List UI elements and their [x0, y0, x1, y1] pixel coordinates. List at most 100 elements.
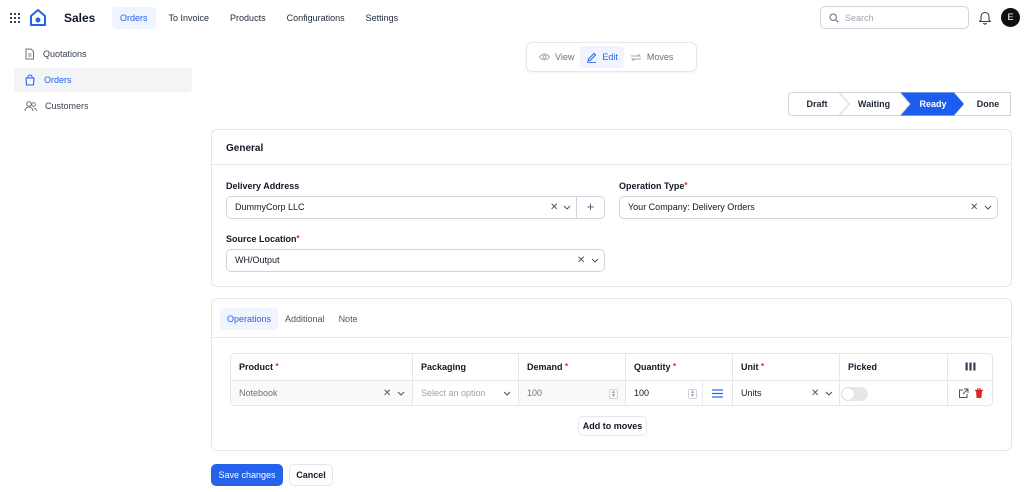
search-input[interactable]: Search	[820, 6, 969, 29]
demand-value: 100	[527, 388, 543, 398]
delivery-address-label-text: Delivery Address	[226, 181, 300, 191]
moves-button[interactable]: Moves	[624, 46, 680, 68]
required-marker: *	[275, 362, 279, 371]
add-address-button[interactable]: +	[576, 197, 604, 218]
clear-icon[interactable]: ✕	[383, 381, 391, 405]
sidebar-item-label: Customers	[45, 101, 89, 111]
edit-button[interactable]: Edit	[580, 46, 624, 68]
general-card: General Delivery Address DummyCorp LLC ✕…	[211, 129, 1012, 287]
column-header-demand: Demand *	[519, 354, 626, 380]
operation-type-field[interactable]: Your Company: Delivery Orders ✕	[619, 196, 998, 219]
chevron-down-icon[interactable]	[397, 391, 405, 396]
required-marker: *	[673, 362, 677, 371]
sidebar: Quotations Orders Customers	[14, 42, 192, 120]
clear-icon[interactable]: ✕	[550, 197, 558, 218]
picked-toggle[interactable]	[841, 387, 868, 401]
moves-label: Moves	[646, 52, 674, 62]
operation-type-value: Your Company: Delivery Orders	[628, 202, 755, 212]
edit-label: Edit	[602, 52, 618, 62]
quantity-stepper[interactable]: ▴ ▾	[688, 389, 697, 399]
chevron-down-icon[interactable]	[591, 258, 599, 263]
stage-waiting[interactable]: Waiting	[846, 92, 902, 116]
sidebar-item-orders[interactable]: Orders	[14, 68, 192, 92]
save-changes-button[interactable]: Save changes	[211, 464, 283, 486]
open-external-icon[interactable]	[958, 388, 969, 399]
menu-lines-icon[interactable]	[712, 389, 723, 398]
required-marker: *	[684, 181, 688, 190]
search-placeholder: Search	[845, 12, 874, 23]
tab-note[interactable]: Note	[332, 308, 365, 330]
demand-stepper[interactable]: ▴ ▾	[609, 389, 618, 399]
column-header-packaging: Packaging	[413, 354, 519, 380]
delivery-address-label: Delivery Address	[226, 181, 299, 191]
clear-icon[interactable]: ✕	[811, 381, 819, 405]
operation-type-label-text: Operation Type	[619, 181, 685, 191]
clear-icon[interactable]: ✕	[970, 197, 978, 218]
delivery-address-field[interactable]: DummyCorp LLC ✕ +	[226, 196, 605, 219]
operations-table: Product * Packaging Demand * Quantity * …	[230, 353, 993, 406]
column-header-label: Unit	[741, 362, 759, 372]
picked-cell	[840, 381, 948, 405]
app-logo-icon	[30, 9, 46, 26]
sidebar-item-quotations[interactable]: Quotations	[14, 42, 192, 66]
unit-select[interactable]: Units ✕	[733, 381, 840, 405]
nav-item-orders[interactable]: Orders	[112, 7, 156, 29]
document-icon	[25, 48, 34, 60]
stage-draft[interactable]: Draft	[792, 92, 842, 116]
chevron-down-icon[interactable]	[503, 391, 511, 396]
required-marker: *	[296, 234, 300, 243]
tab-additional[interactable]: Additional	[278, 308, 332, 330]
shopping-bag-icon	[25, 74, 35, 86]
column-settings-header[interactable]	[948, 354, 992, 380]
source-location-field[interactable]: WH/Output ✕	[226, 249, 605, 272]
add-to-moves-button[interactable]: Add to moves	[578, 416, 647, 436]
operation-type-label: Operation Type*	[619, 181, 687, 191]
trash-icon[interactable]	[974, 388, 984, 399]
chevron-down-icon[interactable]	[984, 205, 992, 210]
quantity-value: 100	[634, 388, 650, 398]
demand-input[interactable]: 100 ▴ ▾	[519, 381, 626, 405]
nav-item-to-invoice[interactable]: To Invoice	[161, 7, 218, 29]
view-label: View	[555, 52, 575, 62]
delivery-address-value: DummyCorp LLC	[235, 202, 305, 212]
sidebar-item-label: Quotations	[43, 49, 87, 59]
status-stage-bar: Draft Waiting Ready Done	[788, 92, 1011, 116]
stage-ready[interactable]: Ready	[906, 92, 960, 116]
chevron-down-icon[interactable]	[563, 205, 571, 210]
apps-grid-icon[interactable]	[10, 13, 20, 23]
operations-tabs: Operations Additional Note	[220, 308, 365, 330]
column-header-label: Demand	[527, 362, 563, 372]
column-header-product: Product *	[231, 354, 413, 380]
main-nav: Orders To Invoice Products Configuration…	[112, 7, 411, 29]
required-marker: *	[761, 362, 765, 371]
source-location-label: Source Location*	[226, 234, 300, 244]
view-button[interactable]: View	[533, 46, 580, 68]
operations-card: Operations Additional Note Product * Pac…	[211, 298, 1012, 451]
nav-item-settings[interactable]: Settings	[358, 7, 407, 29]
sidebar-item-customers[interactable]: Customers	[14, 94, 192, 118]
top-bar: Sales Orders To Invoice Products Configu…	[0, 0, 1024, 36]
arrows-icon	[630, 53, 641, 61]
product-value: Notebook	[239, 388, 278, 398]
columns-icon[interactable]	[965, 362, 976, 371]
cancel-button[interactable]: Cancel	[289, 464, 333, 486]
search-icon	[829, 12, 839, 23]
quantity-divider	[702, 381, 703, 405]
users-icon	[24, 101, 37, 112]
clear-icon[interactable]: ✕	[577, 250, 585, 271]
packaging-select[interactable]: Select an option	[413, 381, 519, 405]
chevron-down-icon[interactable]	[825, 391, 833, 396]
packaging-placeholder: Select an option	[421, 388, 486, 398]
nav-item-configurations[interactable]: Configurations	[279, 7, 353, 29]
tabs-divider	[212, 337, 1011, 338]
edit-icon	[587, 52, 597, 63]
product-cell[interactable]: Notebook ✕	[231, 381, 413, 405]
bell-icon[interactable]	[978, 10, 992, 25]
avatar[interactable]: E	[1001, 8, 1020, 27]
column-header-label: Quantity	[634, 362, 671, 372]
stage-done[interactable]: Done	[966, 92, 1010, 116]
required-marker: *	[565, 362, 569, 371]
tab-operations[interactable]: Operations	[220, 308, 279, 330]
nav-item-products[interactable]: Products	[222, 7, 274, 29]
quantity-input[interactable]: 100 ▴ ▾	[626, 381, 733, 405]
